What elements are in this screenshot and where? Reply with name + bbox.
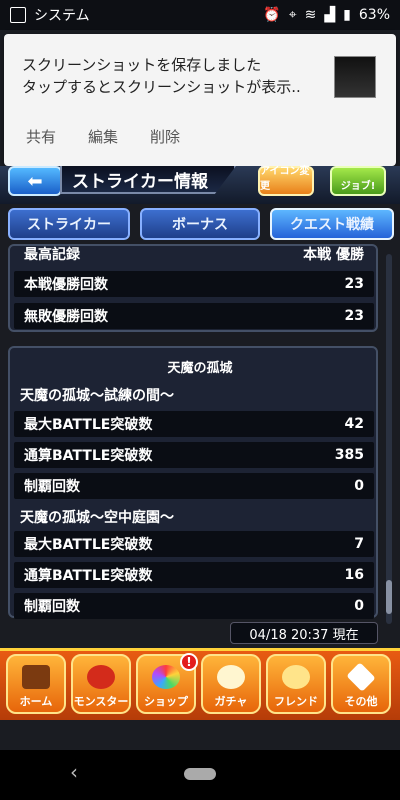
- tab-striker[interactable]: ストライカー: [8, 208, 130, 240]
- row-value: 23: [344, 308, 364, 324]
- image-icon: [10, 7, 26, 23]
- row-label: 最大BATTLE突破数: [24, 537, 153, 553]
- table-row: 通算BATTLE突破数 16: [14, 562, 374, 588]
- tab-bonus[interactable]: ボーナス: [140, 208, 260, 240]
- nav-friend-button[interactable]: フレンド: [266, 654, 326, 714]
- table-row: 通算BATTLE突破数 385: [14, 442, 374, 468]
- nav-home-pill[interactable]: [184, 768, 216, 780]
- tab-quest-record[interactable]: クエスト戦績: [270, 208, 394, 240]
- friends-icon: [282, 665, 310, 689]
- edit-button[interactable]: 編集: [88, 126, 118, 147]
- row-label: 制覇回数: [24, 599, 80, 615]
- back-button[interactable]: ⬅: [8, 166, 62, 196]
- notification-text: タップするとスクリーンショットが表示..: [22, 78, 301, 96]
- home-icon: [22, 665, 50, 689]
- wifi-icon: ≋: [304, 7, 317, 23]
- nav-label: その他: [344, 695, 378, 708]
- icon-change-label: アイコン変更: [260, 166, 310, 192]
- nav-home-button[interactable]: ホーム: [6, 654, 66, 714]
- row-label: 最大BATTLE突破数: [24, 417, 153, 433]
- job-label: ジョブ!: [340, 181, 376, 192]
- egg-icon: [217, 665, 245, 689]
- row-value: 0: [354, 598, 364, 614]
- battery-percent: 63%: [358, 7, 390, 23]
- row-label: 本戦優勝回数: [24, 277, 108, 293]
- screenshot-notification[interactable]: スクリーンショットを保存しました タップするとスクリーンショットが表示.. 共有…: [4, 34, 396, 166]
- group-heading: 天魔の孤城〜空中庭園〜: [20, 510, 174, 526]
- section-title: 天魔の孤城: [167, 360, 233, 376]
- page-title: ストライカー情報: [60, 166, 236, 194]
- row-value: 0: [354, 478, 364, 494]
- orb-icon: [152, 665, 180, 689]
- icon-change-button[interactable]: アイコン変更: [258, 166, 314, 196]
- monster-icon: [87, 665, 115, 689]
- table-row: 制覇回数 0: [14, 593, 374, 619]
- job-button[interactable]: ジョブ!: [330, 166, 386, 196]
- scrollbar-track[interactable]: [386, 254, 392, 624]
- signal-icon: ▟: [324, 7, 336, 23]
- nav-back-icon[interactable]: ‹: [70, 760, 78, 784]
- row-value: 385: [334, 447, 364, 463]
- timestamp: 04/18 20:37 現在: [230, 622, 378, 644]
- nav-label: フレンド: [274, 695, 318, 708]
- battery-icon: ▮: [343, 7, 351, 23]
- location-icon: ⌖: [288, 7, 297, 23]
- share-button[interactable]: 共有: [26, 126, 56, 147]
- nav-label: ショップ: [144, 695, 188, 708]
- other-icon: [346, 662, 376, 692]
- row-label: 最高記録: [24, 247, 80, 263]
- screenshot-thumbnail[interactable]: [334, 56, 376, 98]
- nav-monster-button[interactable]: モンスター: [71, 654, 131, 714]
- nav-label: ガチャ: [214, 695, 248, 708]
- row-label: 無敗優勝回数: [24, 309, 108, 325]
- partial-row: 最高記録 本戦 優勝: [14, 244, 374, 264]
- table-row: 本戦優勝回数 23: [14, 271, 374, 297]
- row-value: 42: [344, 416, 364, 432]
- row-value: 23: [344, 276, 364, 292]
- row-label: 制覇回数: [24, 479, 80, 495]
- row-label: 通算BATTLE突破数: [24, 568, 153, 584]
- group-heading: 天魔の孤城〜試練の間〜: [20, 388, 174, 404]
- row-value: 16: [344, 567, 364, 583]
- row-value: 7: [354, 536, 364, 552]
- nav-gacha-button[interactable]: ガチャ: [201, 654, 261, 714]
- nav-label: モンスター: [73, 695, 129, 708]
- table-row: 最大BATTLE突破数 42: [14, 411, 374, 437]
- row-label: 通算BATTLE突破数: [24, 448, 153, 464]
- spacer: [0, 720, 400, 750]
- table-row: 最大BATTLE突破数 7: [14, 531, 374, 557]
- nav-label: ホーム: [19, 695, 53, 708]
- delete-button[interactable]: 削除: [150, 126, 180, 147]
- notification-badge: !: [180, 653, 198, 671]
- status-app-name: システム: [34, 8, 90, 24]
- row-value: 本戦 優勝: [303, 247, 364, 263]
- alarm-icon: ⏰: [263, 7, 281, 23]
- status-bar: システム ⏰ ⌖ ≋ ▟ ▮ 63%: [0, 0, 400, 30]
- table-row: 制覇回数 0: [14, 473, 374, 499]
- table-row: 無敗優勝回数 23: [14, 303, 374, 329]
- nav-other-button[interactable]: その他: [331, 654, 391, 714]
- back-arrow-icon: ⬅: [27, 170, 43, 192]
- notification-title: スクリーンショットを保存しました: [22, 56, 262, 74]
- scrollbar-thumb[interactable]: [386, 580, 392, 614]
